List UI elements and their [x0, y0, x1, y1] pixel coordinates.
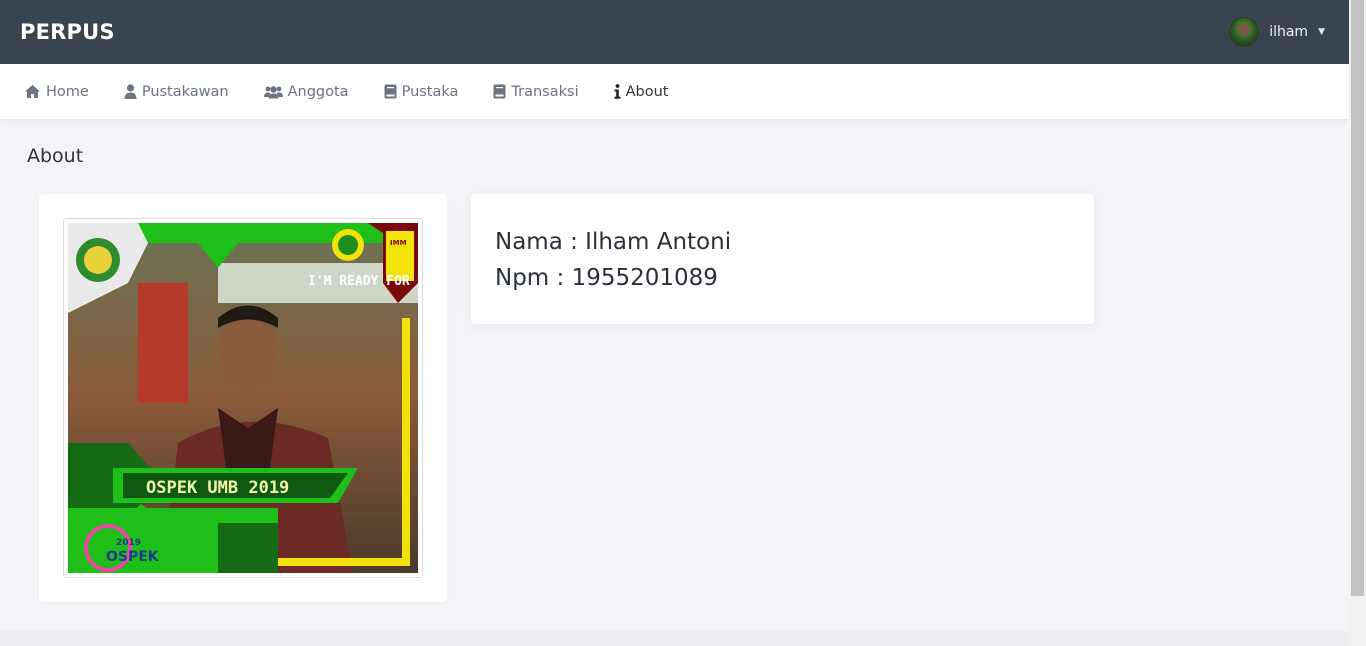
profile-info-card: Nama : Ilham Antoni Npm : 1955201089: [471, 194, 1094, 324]
twibbon-logo-text: OSPEK: [106, 549, 160, 565]
chevron-down-icon: ▼: [1318, 27, 1325, 37]
page-title: About: [27, 145, 84, 167]
nav-item-anggota[interactable]: Anggota: [263, 83, 349, 100]
nav-item-home[interactable]: Home: [24, 84, 89, 100]
home-icon: [25, 85, 40, 98]
user-menu[interactable]: ilham ▼: [1229, 17, 1325, 47]
nav-item-transaksi[interactable]: Transaksi: [493, 83, 579, 100]
page-scrollbar[interactable]: [1349, 0, 1366, 646]
profile-name: Nama : Ilham Antoni: [495, 229, 732, 255]
users-icon: [263, 85, 283, 98]
info-icon: [614, 84, 621, 99]
book-icon: [384, 84, 397, 99]
profile-photo: I'M READY FOR OSPEK UMB 2019 2019 OSPEK …: [63, 218, 423, 578]
photo-card: I'M READY FOR OSPEK UMB 2019 2019 OSPEK …: [39, 194, 447, 602]
footer: [0, 631, 1349, 646]
nav-item-pustakawan[interactable]: Pustakawan: [124, 84, 229, 100]
nav-label: Pustakawan: [141, 83, 229, 100]
user-name: ilham: [1269, 24, 1309, 40]
scrollbar-thumb[interactable]: [1351, 0, 1364, 596]
nav-label: About: [625, 83, 669, 100]
nav-item-about[interactable]: About: [614, 83, 669, 100]
profile-npm: Npm : 1955201089: [495, 265, 718, 291]
top-bar: PERPUS ilham ▼: [0, 0, 1349, 64]
user-avatar: [1229, 17, 1260, 47]
twibbon-text-top: I'M READY FOR: [308, 274, 410, 289]
twibbon-logo-year: 2019: [116, 538, 141, 548]
book-icon: [493, 84, 506, 99]
twibbon-banner-text: OSPEK UMB 2019: [146, 478, 289, 498]
nav-label: Anggota: [287, 83, 349, 100]
twibbon-badge-text: IMM: [390, 239, 407, 247]
main-nav: Home Pustakawan Anggota Pustaka Transaks…: [0, 64, 1349, 119]
ospek-twibbon-image: I'M READY FOR OSPEK UMB 2019 2019 OSPEK …: [68, 223, 418, 573]
nav-label: Pustaka: [401, 83, 459, 100]
nav-item-pustaka[interactable]: Pustaka: [384, 83, 459, 100]
nav-label: Home: [46, 83, 89, 100]
user-icon: [124, 84, 137, 99]
nav-label: Transaksi: [511, 83, 579, 100]
brand-logo[interactable]: PERPUS: [20, 20, 115, 44]
